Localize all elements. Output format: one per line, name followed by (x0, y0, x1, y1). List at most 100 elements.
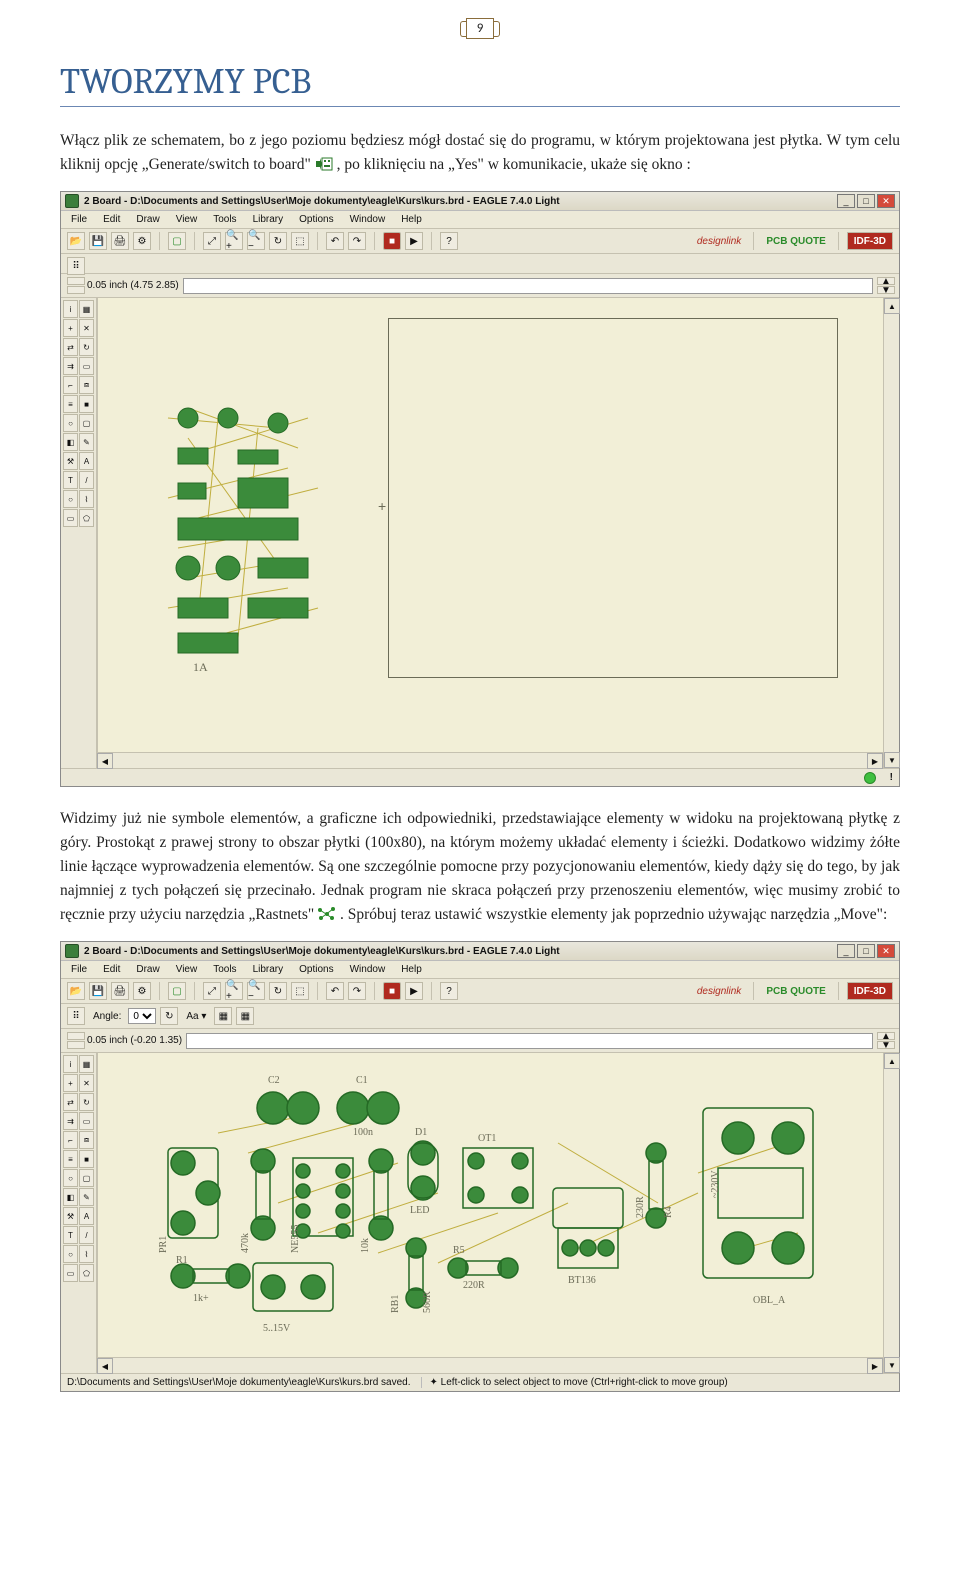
help-icon[interactable]: ? (440, 982, 458, 1000)
move-icon[interactable]: ✕ (79, 1074, 94, 1092)
v-scrollbar[interactable]: ▲ ▼ (883, 298, 899, 768)
circle-icon[interactable]: ○ (63, 490, 78, 508)
display-icon[interactable]: ▦ (79, 300, 94, 318)
zoom-redraw-icon[interactable]: ↻ (269, 232, 287, 250)
zoom-redraw-icon[interactable]: ↻ (269, 982, 287, 1000)
pcb-canvas[interactable]: 1A + (97, 298, 883, 752)
zoom-in-icon[interactable]: 🔍+ (225, 232, 243, 250)
copy-icon[interactable]: ⇄ (63, 1093, 78, 1111)
board-icon[interactable]: ▢ (168, 232, 186, 250)
scroll-down-icon[interactable]: ▼ (877, 1041, 895, 1049)
scroll-track[interactable] (113, 753, 867, 768)
group-icon[interactable]: ▭ (79, 1112, 94, 1130)
scroll-up-icon[interactable]: ▲ (884, 298, 900, 314)
replace-icon[interactable]: ○ (63, 1169, 78, 1187)
scroll-down-icon[interactable]: ▼ (884, 752, 900, 768)
circle-icon[interactable]: ○ (63, 1245, 78, 1263)
text-icon[interactable]: T (63, 471, 78, 489)
redo-icon[interactable]: ↷ (348, 232, 366, 250)
pcb-quote-label[interactable]: PCB QUOTE (766, 986, 825, 997)
h-scrollbar[interactable]: ◀ ▶ (97, 752, 883, 768)
maximize-button[interactable]: □ (857, 194, 875, 208)
delete-icon[interactable]: ≡ (63, 1150, 78, 1168)
menu-window[interactable]: Window (344, 213, 392, 226)
ripup-icon[interactable]: A (79, 452, 94, 470)
arc-icon[interactable]: ⌇ (79, 1245, 94, 1263)
value-icon[interactable]: ◧ (63, 1188, 78, 1206)
cut-icon[interactable]: ⧈ (79, 1131, 94, 1149)
mark-icon[interactable]: + (63, 1074, 78, 1092)
designlink-label[interactable]: designlink (697, 236, 741, 247)
display-icon[interactable]: ▦ (79, 1055, 94, 1073)
v-scrollbar[interactable]: ▲ ▼ (883, 1053, 899, 1373)
menu-tools[interactable]: Tools (207, 963, 242, 976)
zoom-select-icon[interactable]: ⬚ (291, 232, 309, 250)
name-icon[interactable]: ▢ (79, 414, 94, 432)
menu-view[interactable]: View (170, 213, 204, 226)
layer-icon2[interactable] (67, 286, 85, 294)
menu-file[interactable]: File (65, 963, 93, 976)
name-icon[interactable]: ▢ (79, 1169, 94, 1187)
zoom-out-icon[interactable]: 🔍− (247, 982, 265, 1000)
menu-file[interactable]: File (65, 213, 93, 226)
scroll-left-icon[interactable]: ◀ (97, 753, 113, 769)
menu-help[interactable]: Help (395, 213, 428, 226)
pcb-canvas[interactable]: C2 C1 100n PR1 470k NE555 10k D1 LED OT1… (97, 1053, 883, 1357)
menu-view[interactable]: View (170, 963, 204, 976)
line-icon[interactable]: / (79, 1226, 94, 1244)
menu-help[interactable]: Help (395, 963, 428, 976)
menu-options[interactable]: Options (293, 213, 339, 226)
scroll-track[interactable] (884, 1069, 899, 1357)
menu-draw[interactable]: Draw (130, 963, 165, 976)
angle-select[interactable]: 0 (128, 1008, 156, 1024)
zoom-in-icon[interactable]: 🔍+ (225, 982, 243, 1000)
menu-options[interactable]: Options (293, 963, 339, 976)
minimize-button[interactable]: _ (837, 194, 855, 208)
rotate-icon[interactable]: ⇉ (63, 357, 78, 375)
menu-edit[interactable]: Edit (97, 963, 126, 976)
menu-edit[interactable]: Edit (97, 213, 126, 226)
route-icon[interactable]: ⚒ (63, 452, 78, 470)
undo-icon[interactable]: ↶ (326, 982, 344, 1000)
idf-3d-button[interactable]: IDF-3D (847, 982, 893, 1000)
scroll-track[interactable] (884, 314, 899, 752)
scroll-track[interactable] (113, 1358, 867, 1373)
menu-draw[interactable]: Draw (130, 213, 165, 226)
scroll-down-icon[interactable]: ▼ (877, 286, 895, 294)
scroll-right-icon[interactable]: ▶ (867, 753, 883, 769)
mark-icon[interactable]: + (63, 319, 78, 337)
go-icon[interactable]: ▶ (405, 232, 423, 250)
info-icon[interactable]: i (63, 300, 78, 318)
command-input[interactable] (186, 1033, 873, 1049)
command-input[interactable] (183, 278, 873, 294)
layer-icon2[interactable] (67, 1041, 85, 1049)
minimize-button[interactable]: _ (837, 944, 855, 958)
designlink-label[interactable]: designlink (697, 986, 741, 997)
print-icon[interactable]: 🖨 (111, 232, 129, 250)
go-icon[interactable]: ▶ (405, 982, 423, 1000)
save-icon[interactable]: 💾 (89, 232, 107, 250)
menu-tools[interactable]: Tools (207, 213, 242, 226)
group-icon[interactable]: ▭ (79, 357, 94, 375)
stop-icon[interactable]: ■ (383, 232, 401, 250)
stop-icon[interactable]: ■ (383, 982, 401, 1000)
maximize-button[interactable]: □ (857, 944, 875, 958)
pcb-quote-label[interactable]: PCB QUOTE (766, 236, 825, 247)
copy-icon[interactable]: ⇄ (63, 338, 78, 356)
rotate-icon[interactable]: ⇉ (63, 1112, 78, 1130)
grid2-icon[interactable]: ▦ (236, 1007, 254, 1025)
value-icon[interactable]: ◧ (63, 433, 78, 451)
add-icon[interactable]: ■ (79, 395, 94, 413)
change-icon[interactable]: ⌐ (63, 1131, 78, 1149)
zoom-select-icon[interactable]: ⬚ (291, 982, 309, 1000)
cut-icon[interactable]: ⧈ (79, 376, 94, 394)
mirror-icon[interactable]: ↻ (79, 338, 94, 356)
move-icon[interactable]: ✕ (79, 319, 94, 337)
open-icon[interactable]: 📂 (67, 232, 85, 250)
undo-icon[interactable]: ↶ (326, 232, 344, 250)
save-icon[interactable]: 💾 (89, 982, 107, 1000)
replace-icon[interactable]: ○ (63, 414, 78, 432)
poly-icon[interactable]: ⬠ (79, 1264, 94, 1282)
open-icon[interactable]: 📂 (67, 982, 85, 1000)
poly-icon[interactable]: ⬠ (79, 509, 94, 527)
